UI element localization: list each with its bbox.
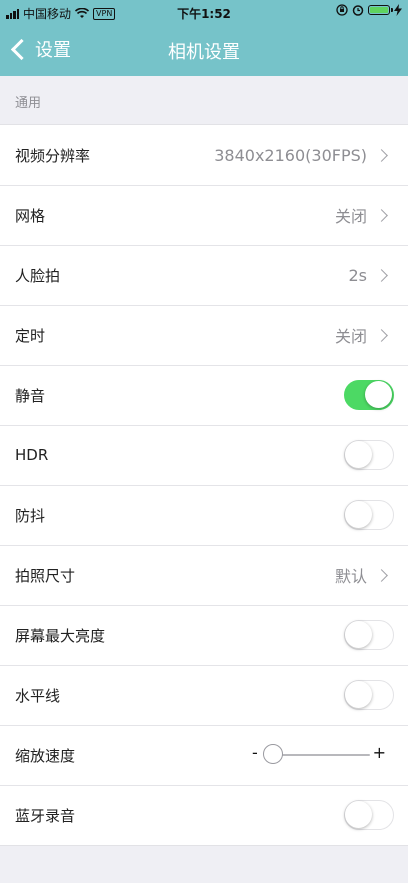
app-header: 中国移动 VPN 下午1:52 设置 相机设置 (0, 0, 408, 76)
row-timer[interactable]: 定时 关闭 (0, 305, 408, 365)
row-value: 默认 (334, 567, 367, 586)
toggle-knob (345, 801, 372, 828)
chevron-right-icon (375, 328, 388, 342)
row-max-brightness: 屏幕最大亮度 (0, 605, 408, 665)
toggle-knob (365, 381, 392, 408)
hdr-toggle[interactable] (344, 440, 394, 470)
row-bluetooth-audio: 蓝牙录音 (0, 785, 408, 845)
row-label: 定时 (15, 326, 46, 345)
row-value: 2s (348, 265, 367, 285)
toggle-knob (345, 441, 372, 468)
toggle-knob (345, 501, 372, 528)
row-label: 防抖 (15, 506, 46, 525)
chevron-right-icon (375, 568, 388, 582)
row-video-resolution[interactable]: 视频分辨率 3840x2160(30FPS) (0, 125, 408, 185)
row-label: 网格 (15, 206, 46, 225)
battery-icon (368, 5, 393, 15)
row-label: 水平线 (15, 686, 61, 705)
max-brightness-toggle[interactable] (344, 620, 394, 650)
row-horizon-line: 水平线 (0, 665, 408, 725)
row-value: 3840x2160(30FPS) (214, 145, 367, 165)
row-photo-size[interactable]: 拍照尺寸 默认 (0, 545, 408, 605)
row-face-shot[interactable]: 人脸拍 2s (0, 245, 408, 305)
chevron-right-icon (375, 268, 388, 282)
settings-list: 视频分辨率 3840x2160(30FPS) 网格 关闭 人脸拍 2s 定时 关… (0, 124, 408, 846)
row-label: 蓝牙录音 (15, 806, 76, 825)
row-mute: 静音 (0, 365, 408, 425)
row-value: 关闭 (334, 207, 367, 226)
toggle-knob (345, 681, 372, 708)
mute-toggle[interactable] (344, 380, 394, 410)
chevron-right-icon (375, 148, 388, 162)
row-label: 人脸拍 (15, 266, 61, 285)
page-title: 相机设置 (168, 42, 240, 63)
row-label: 视频分辨率 (15, 146, 91, 165)
stabilization-toggle[interactable] (344, 500, 394, 530)
lock-rotation-icon (336, 4, 348, 16)
row-hdr: HDR (0, 425, 408, 485)
zoom-speed-slider[interactable]: - + (252, 725, 386, 785)
row-label: 拍照尺寸 (15, 566, 76, 585)
slider-thumb[interactable] (263, 744, 283, 764)
status-bar: 中国移动 VPN 下午1:52 (0, 0, 408, 26)
row-label: HDR (15, 446, 49, 464)
status-right (336, 4, 402, 16)
row-value: 关闭 (334, 327, 367, 346)
horizon-line-toggle[interactable] (344, 680, 394, 710)
row-grid[interactable]: 网格 关闭 (0, 185, 408, 245)
row-label: 缩放速度 (15, 746, 76, 765)
row-zoom-speed: 缩放速度 - + (0, 725, 408, 785)
slider-plus[interactable]: + (373, 743, 386, 762)
bluetooth-audio-toggle[interactable] (344, 800, 394, 830)
row-label: 屏幕最大亮度 (15, 626, 106, 645)
row-label: 静音 (15, 386, 46, 405)
charging-icon (394, 4, 402, 16)
alarm-icon (352, 5, 364, 16)
slider-minus[interactable]: - (252, 743, 258, 762)
toggle-knob (345, 621, 372, 648)
row-stabilization: 防抖 (0, 485, 408, 545)
section-header-general: 通用 (15, 96, 42, 111)
chevron-right-icon (375, 208, 388, 222)
